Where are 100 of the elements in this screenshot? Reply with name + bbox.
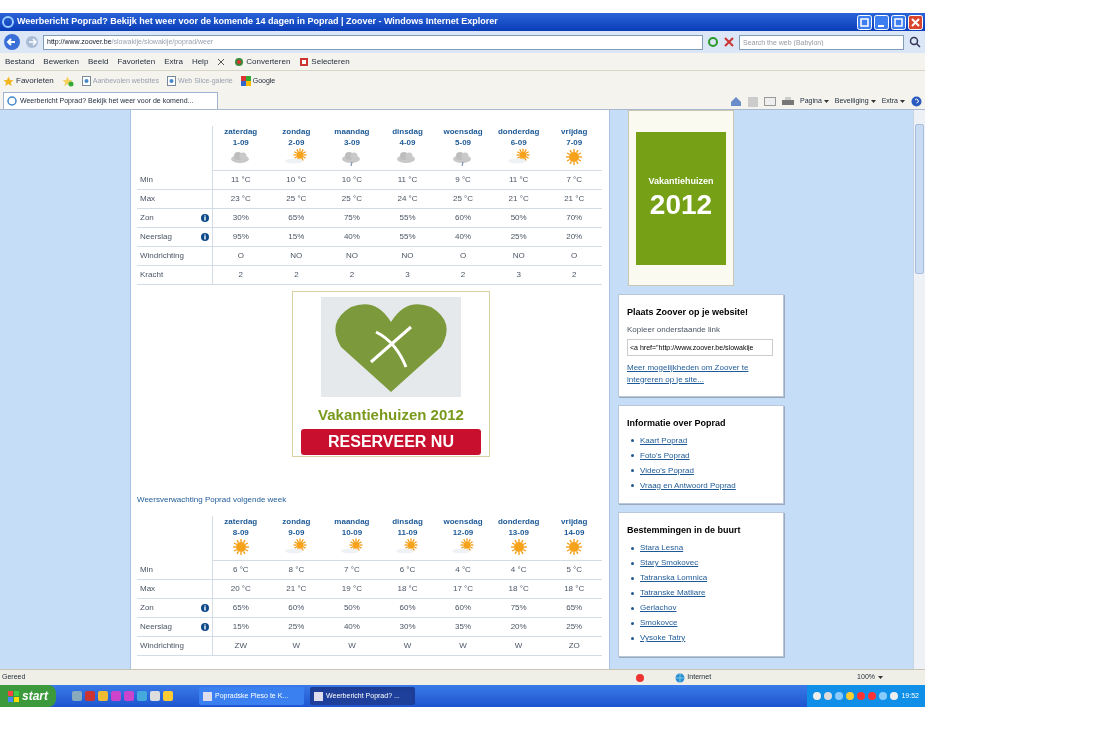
box-title: Plaats Zoover op je website! (627, 306, 750, 319)
reserve-button[interactable]: RESERVEER NU (301, 428, 481, 455)
toolbar-button[interactable]: Converteren (234, 55, 291, 68)
table-cell: NO (512, 250, 525, 262)
table-cell: 23 °C (230, 193, 251, 205)
date-label: 1-09 (232, 137, 249, 148)
ad-headline: Vakantiehuizen 2012 (318, 405, 464, 425)
day-name: dinsdag (392, 126, 423, 137)
page-icon (166, 76, 176, 86)
integration-link[interactable]: Meer mogelijkheden om Zoover te integreren op je site... (627, 361, 775, 386)
info-icon (201, 214, 209, 222)
table-cell: W (514, 640, 523, 652)
maximize-icon[interactable] (891, 14, 906, 30)
table-cell: 65% (566, 602, 583, 614)
bullet-icon (631, 439, 634, 442)
destination-link[interactable]: Smokovce (640, 617, 678, 629)
menu-item[interactable]: Bewerken (43, 55, 79, 68)
day-name: maandag (334, 516, 370, 527)
toolbar-button[interactable]: Selecteren (299, 55, 350, 68)
ad-banner[interactable]: Vakantiehuizen 2012 RESERVEER NU (292, 291, 490, 457)
caret-icon (878, 676, 883, 679)
destination-link[interactable]: Vraag en Antwoord Poprad (640, 479, 736, 492)
table-cell: 55% (399, 231, 416, 243)
row-label: Max (140, 193, 156, 205)
tiles-icon (240, 76, 251, 86)
mail-icon[interactable] (764, 97, 776, 106)
search-icon[interactable] (908, 35, 922, 49)
menu-item[interactable]: Favorieten (117, 55, 156, 68)
table-cell: 5 °C (566, 564, 583, 576)
bullet-icon (631, 484, 634, 487)
row-label: Windrichting (140, 250, 184, 262)
destination-link[interactable]: Gerlachov (640, 602, 677, 614)
destination-link[interactable]: Tatranske Matliare (640, 587, 706, 599)
banner-label: Vakantiehuizen (648, 175, 714, 189)
help-icon[interactable] (911, 96, 922, 107)
table-cell: 3 (516, 269, 521, 281)
table-cell: 11 °C (231, 174, 251, 186)
forward-icon[interactable] (25, 35, 39, 49)
day-name: vrijdag (561, 126, 588, 137)
menu-item[interactable]: Help (191, 55, 209, 68)
field-label: Kopieer onderstaande link (627, 323, 721, 336)
sun-cloud-icon (284, 148, 309, 166)
date-label: 6-09 (510, 137, 527, 148)
table-cell: 65% (288, 212, 305, 224)
table-cell: 4 °C (455, 564, 471, 576)
table-cell: 20% (510, 621, 527, 633)
caret-icon (823, 100, 829, 103)
table-cell: 15% (232, 621, 249, 633)
destination-link[interactable]: Foto's Poprad (640, 449, 690, 462)
stop-icon[interactable] (723, 36, 735, 48)
bullet-icon (631, 561, 634, 565)
caret-icon (870, 100, 876, 103)
table-cell: W (292, 640, 301, 652)
table-cell: 40% (455, 231, 472, 243)
scrollbar[interactable] (913, 110, 925, 669)
table-cell: 65% (232, 602, 249, 614)
destination-link[interactable]: Video's Poprad (640, 464, 694, 477)
day-name: maandag (334, 126, 370, 137)
favorites-button[interactable]: Favorieten (3, 75, 54, 87)
table-cell: 2 (460, 269, 466, 281)
table-cell: 18 °C (508, 583, 529, 595)
destination-link[interactable]: Stary Smokovec (640, 557, 699, 569)
table-cell: 35% (455, 621, 472, 633)
table-cell: 21 °C (508, 193, 529, 205)
printer-icon[interactable] (782, 96, 794, 107)
ie-logo-icon (2, 16, 14, 28)
day-name: zondag (282, 516, 311, 527)
row-label: Neerslag (140, 231, 172, 243)
close-icon[interactable] (217, 57, 226, 66)
feed-icon[interactable] (748, 96, 758, 107)
date-label: 9-09 (288, 527, 305, 538)
table-cell: 95% (232, 231, 249, 243)
day-name: zondag (282, 126, 311, 137)
date-label: 3-09 (343, 137, 360, 148)
table-cell: 75% (510, 602, 527, 614)
menu-item[interactable]: Extra (164, 55, 183, 68)
destination-link[interactable]: Vysoke Tatry (640, 632, 686, 644)
menu-item[interactable]: Beeld (87, 55, 109, 68)
start-button[interactable]: start (0, 685, 56, 707)
date-label: 12-09 (452, 527, 474, 538)
table-cell: O (571, 250, 578, 262)
sun-cloud-icon (506, 148, 531, 166)
bullet-icon (631, 606, 634, 610)
date-label: 5-09 (455, 137, 472, 148)
table-cell: 55% (399, 212, 416, 224)
minimize-icon[interactable] (874, 14, 889, 30)
back-icon[interactable] (3, 33, 21, 51)
restore-icon[interactable] (857, 14, 872, 30)
menu-item[interactable]: Bestand (5, 55, 35, 68)
destination-link[interactable]: Tatranska Lomnica (640, 572, 708, 584)
home-icon[interactable] (730, 96, 742, 107)
destination-link[interactable]: Stara Lesna (640, 542, 684, 554)
day-name: zaterdag (224, 126, 258, 137)
add-favorite-icon[interactable] (61, 75, 74, 87)
table-cell: 25 °C (453, 193, 474, 205)
day-name: zaterdag (224, 516, 258, 527)
bullet-icon (631, 636, 634, 640)
refresh-icon[interactable] (707, 36, 719, 48)
table-cell: ZW (234, 640, 247, 652)
destination-link[interactable]: Kaart Poprad (640, 434, 688, 447)
